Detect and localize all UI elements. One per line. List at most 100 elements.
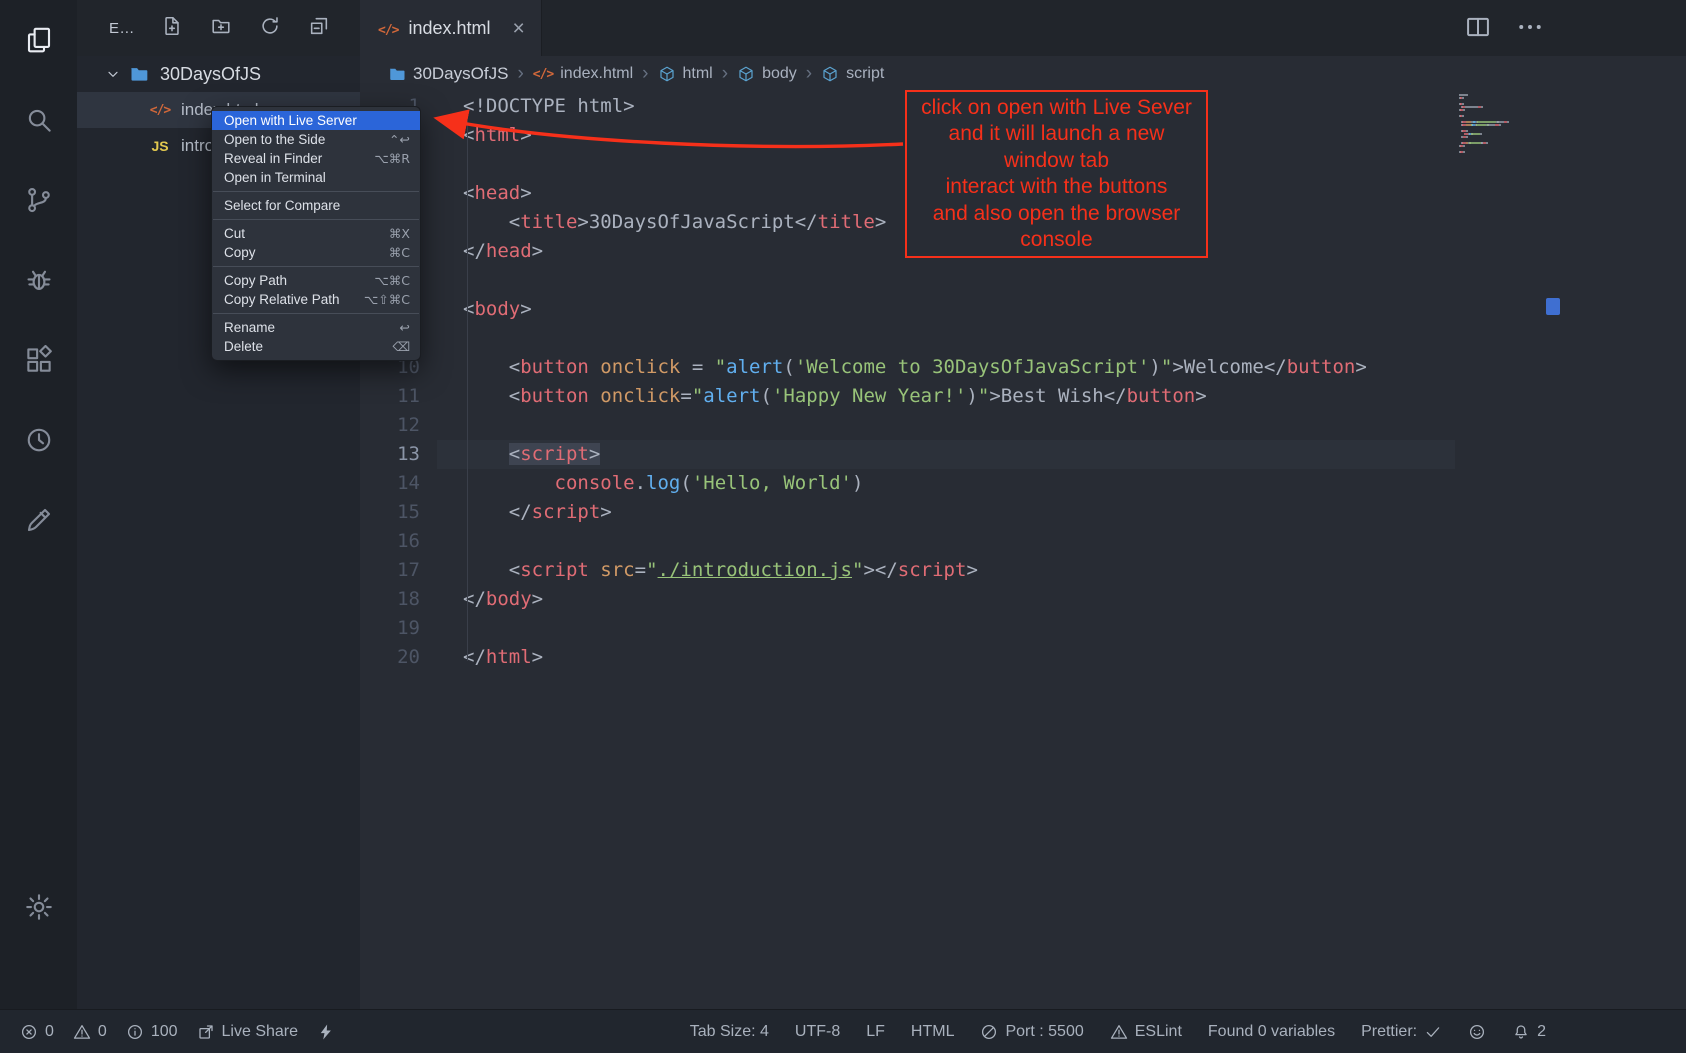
menu-item-copy[interactable]: Copy⌘C (212, 243, 420, 262)
overview-ruler-marker (1546, 298, 1560, 315)
menu-item-copy-relative-path[interactable]: Copy Relative Path⌥⇧⌘C (212, 290, 420, 309)
menu-item-shortcut: ⌥⌘R (374, 151, 410, 166)
code-line-13[interactable]: 13 <script> (360, 440, 1686, 469)
code-text: <head> (463, 179, 532, 208)
code-line-11[interactable]: 11 <button onclick="alert('Happy New Yea… (360, 382, 1686, 411)
activity-feedback[interactable] (0, 480, 77, 560)
annotation-line: click on open with Live Sever (907, 95, 1206, 122)
gear-icon (24, 892, 54, 922)
breadcrumb-script[interactable]: script (821, 65, 884, 83)
menu-item-shortcut: ⌘C (389, 245, 410, 260)
tree-item-30daysofjs[interactable]: 30DaysOfJS (77, 56, 360, 92)
source-control-icon (24, 185, 54, 215)
line-number: 17 (360, 556, 420, 585)
code-line-8[interactable]: 8<body> (360, 295, 1686, 324)
tab-icon-slot: </> (378, 18, 398, 39)
status-tab-size-label: Tab Size: 4 (690, 1023, 769, 1041)
code-text: </script> (463, 498, 612, 527)
more-actions-button[interactable] (1516, 13, 1544, 46)
tab-index-html[interactable]: </> index.html × (360, 0, 542, 56)
code-line-15[interactable]: 15 </script> (360, 498, 1686, 527)
html-icon: </> (533, 67, 553, 82)
code-text: <script> (463, 440, 600, 469)
close-icon: × (513, 18, 525, 39)
breadcrumb-separator: › (797, 63, 821, 85)
code-line-10[interactable]: 10 <button onclick = "alert('Welcome to … (360, 353, 1686, 382)
menu-item-open-in-terminal[interactable]: Open in Terminal (212, 168, 420, 187)
status-prettier[interactable]: Prettier: (1361, 1023, 1442, 1041)
status-quick-action[interactable] (317, 1023, 335, 1041)
status-encoding[interactable]: UTF-8 (795, 1023, 840, 1041)
status-port-label: Port : 5500 (1005, 1023, 1083, 1041)
status-notifications[interactable]: 2 (1512, 1023, 1546, 1041)
minimap[interactable] (1455, 92, 1545, 212)
menu-item-rename[interactable]: Rename↩ (212, 318, 420, 337)
code-text: <button onclick="alert('Happy New Year!'… (463, 382, 1207, 411)
code-line-9[interactable]: 9 (360, 324, 1686, 353)
activity-timeline[interactable] (0, 400, 77, 480)
code-line-16[interactable]: 16 (360, 527, 1686, 556)
menu-item-reveal-in-finder[interactable]: Reveal in Finder⌥⌘R (212, 149, 420, 168)
menu-item-label: Select for Compare (224, 198, 410, 213)
new-folder-button[interactable] (210, 15, 232, 42)
tree-item-label: 30DaysOfJS (160, 64, 261, 85)
menu-item-delete[interactable]: Delete⌫ (212, 337, 420, 356)
status-info[interactable]: 100 (126, 1023, 178, 1041)
activity-extensions[interactable] (0, 320, 77, 400)
activity-source-control[interactable] (0, 160, 77, 240)
menu-item-shortcut: ⌘X (389, 226, 410, 241)
refresh-explorer-button[interactable] (259, 15, 281, 42)
breadcrumb-label: index.html (560, 65, 633, 83)
status-warnings[interactable]: 0 (73, 1023, 107, 1041)
status-errors[interactable]: 0 (20, 1023, 54, 1041)
breadcrumb-body[interactable]: body (737, 65, 797, 83)
status-port[interactable]: Port : 5500 (980, 1023, 1083, 1041)
new-file-button[interactable] (161, 15, 183, 42)
activity-explorer[interactable] (0, 0, 77, 80)
menu-item-select-for-compare[interactable]: Select for Compare (212, 196, 420, 215)
tab-close-slot[interactable]: × (513, 18, 525, 39)
search-icon (24, 105, 54, 135)
breadcrumb-30daysofjs[interactable]: 30DaysOfJS (388, 64, 508, 84)
code-line-19[interactable]: 19 (360, 614, 1686, 643)
breadcrumb-index-html[interactable]: </> index.html (533, 65, 633, 83)
line-number: 18 (360, 585, 420, 614)
port-icon (980, 1023, 998, 1041)
smiley-icon (1468, 1023, 1486, 1041)
status-language-mode[interactable]: HTML (911, 1023, 955, 1041)
tab-label: index.html (408, 18, 490, 39)
status-warnings-label: 0 (98, 1023, 107, 1041)
js-icon: JS (148, 138, 172, 154)
activity-settings[interactable] (0, 867, 77, 947)
code-text: <!DOCTYPE html> (463, 92, 635, 121)
status-eol-label: LF (866, 1023, 885, 1041)
code-line-20[interactable]: 20</html> (360, 643, 1686, 672)
split-editor-button[interactable] (1464, 13, 1492, 46)
menu-item-copy-path[interactable]: Copy Path⌥⌘C (212, 271, 420, 290)
status-eol[interactable]: LF (866, 1023, 885, 1041)
code-line-18[interactable]: 18</body> (360, 585, 1686, 614)
breadcrumb-html[interactable]: html (658, 65, 713, 83)
check-icon (1424, 1023, 1442, 1041)
collapse-folders-button[interactable] (308, 15, 330, 42)
code-line-12[interactable]: 12 (360, 411, 1686, 440)
activity-run-debug[interactable] (0, 240, 77, 320)
annotation-line: and it will launch a new (907, 121, 1206, 148)
status-variables[interactable]: Found 0 variables (1208, 1023, 1335, 1041)
status-tab-size[interactable]: Tab Size: 4 (690, 1023, 769, 1041)
code-line-14[interactable]: 14 console.log('Hello, World') (360, 469, 1686, 498)
menu-item-open-with-live-server[interactable]: Open with Live Server (212, 111, 420, 130)
new-folder-icon (210, 15, 232, 37)
vscode-window: E… 30DaysOfJS</>index.htmlJSintroduction… (0, 0, 1686, 1053)
activity-search[interactable] (0, 80, 77, 160)
line-number: 14 (360, 469, 420, 498)
code-line-7[interactable]: 7 (360, 266, 1686, 295)
status-live-share[interactable]: Live Share (197, 1023, 299, 1041)
code-line-17[interactable]: 17 <script src="./introduction.js"></scr… (360, 556, 1686, 585)
status-feedback-smiley[interactable] (1468, 1023, 1486, 1041)
status-eslint[interactable]: ESLint (1110, 1023, 1182, 1041)
status-eslint-label: ESLint (1135, 1023, 1182, 1041)
menu-item-open-to-the-side[interactable]: Open to the Side⌃↩ (212, 130, 420, 149)
menu-item-cut[interactable]: Cut⌘X (212, 224, 420, 243)
pen-icon (24, 505, 54, 535)
